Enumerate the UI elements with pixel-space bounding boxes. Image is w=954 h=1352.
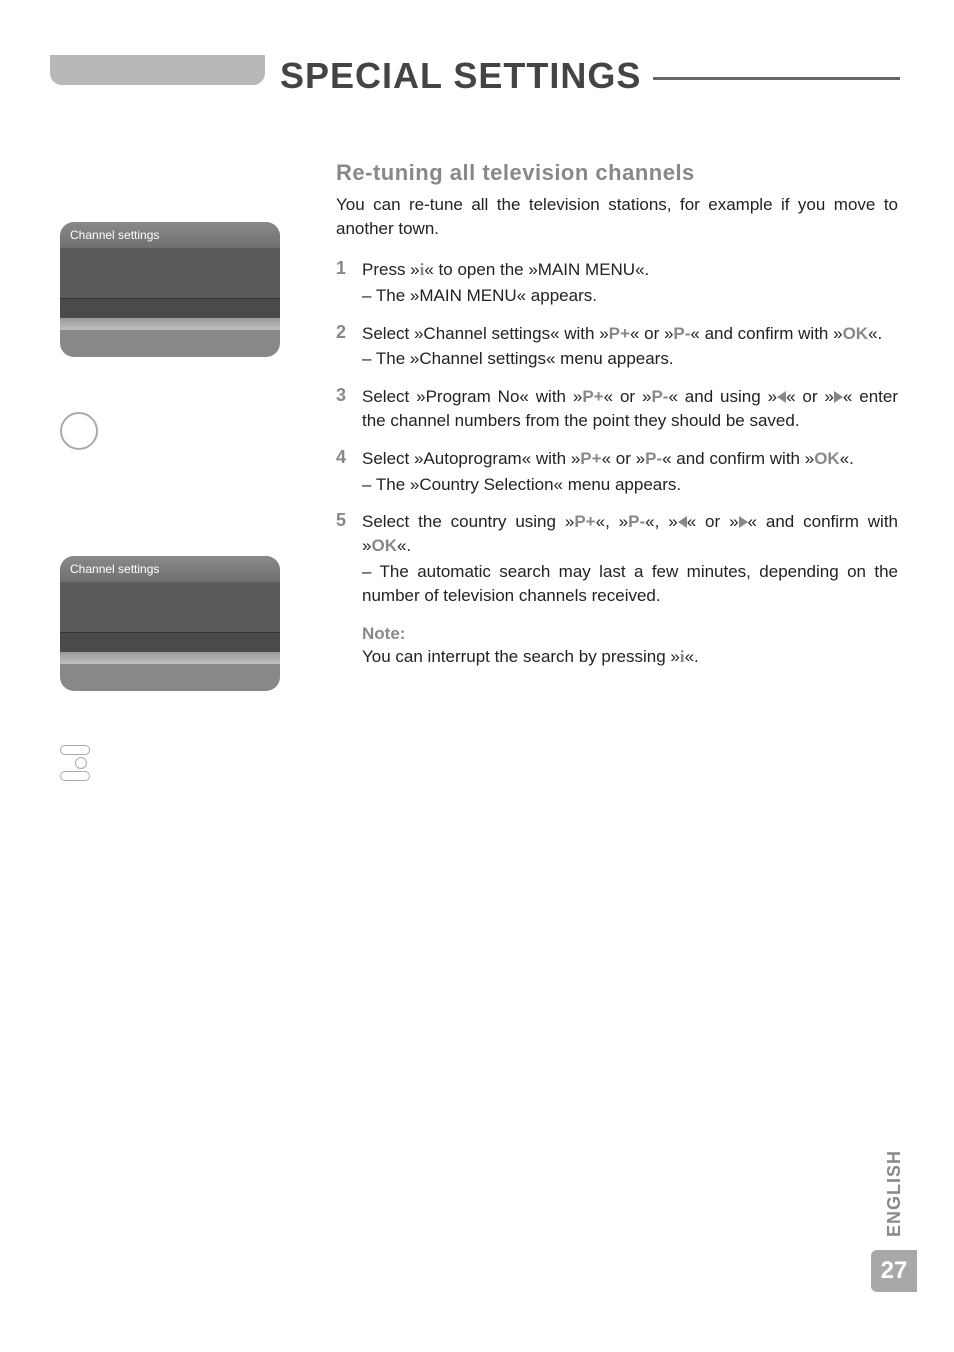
- key-p+: P+: [580, 449, 601, 468]
- menu-screenshot-1: Channel settings: [60, 222, 280, 357]
- key-p-: P-: [651, 387, 668, 406]
- menu2-footer: [60, 652, 280, 664]
- key-p-: P-: [673, 324, 690, 343]
- step-body: Select »Autoprogram« with »P+« or »P-« a…: [362, 447, 898, 497]
- step-body: Select »Channel settings« with »P+« or »…: [362, 322, 898, 372]
- step-3: 3Select »Program No« with »P+« or »P-« a…: [336, 385, 898, 433]
- key-ok: OK: [814, 449, 840, 468]
- remote-nav-icon: [60, 412, 102, 454]
- language-label: ENGLISH: [884, 1150, 905, 1237]
- key-i: i: [420, 260, 425, 279]
- note-body: You can interrupt the search by pressing…: [362, 647, 699, 666]
- menu1-body: [60, 248, 280, 298]
- intro-paragraph: You can re-tune all the television stati…: [336, 193, 898, 241]
- step-sub: – The automatic search may last a few mi…: [362, 560, 898, 608]
- key-ok: OK: [843, 324, 869, 343]
- menu-screenshot-2: Channel settings: [60, 556, 280, 691]
- header-grey-tab: [50, 55, 265, 85]
- step-number: 4: [336, 447, 362, 497]
- step-number: 5: [336, 510, 362, 607]
- step-sub: – The »Channel settings« menu appears.: [362, 347, 898, 371]
- remote-stack-icon: [60, 745, 102, 787]
- menu2-body: [60, 582, 280, 632]
- arrow-right-icon: [834, 391, 843, 403]
- step-body: Select the country using »P+«, »P-«, »« …: [362, 510, 898, 607]
- step-body: Press »i« to open the »MAIN MENU«.– The …: [362, 258, 898, 308]
- step-4: 4Select »Autoprogram« with »P+« or »P-« …: [336, 447, 898, 497]
- key-p+: P+: [609, 324, 630, 343]
- key-i: i: [680, 647, 685, 666]
- arrow-right-icon: [739, 516, 748, 528]
- step-1: 1Press »i« to open the »MAIN MENU«.– The…: [336, 258, 898, 308]
- step-number: 1: [336, 258, 362, 308]
- page-number: 27: [871, 1250, 917, 1292]
- step-number: 2: [336, 322, 362, 372]
- menu1-title: Channel settings: [60, 222, 280, 248]
- menu1-highlight-row: [60, 298, 280, 318]
- step-2: 2Select »Channel settings« with »P+« or …: [336, 322, 898, 372]
- section-heading: Re-tuning all television channels: [336, 160, 695, 186]
- step-number: 3: [336, 385, 362, 433]
- page-title: SPECIAL SETTINGS: [280, 55, 900, 97]
- step-sub: – The »MAIN MENU« appears.: [362, 284, 898, 308]
- key-p+: P+: [574, 512, 595, 531]
- title-underline: [653, 77, 900, 80]
- side-tab: ENGLISH 27: [874, 1150, 914, 1292]
- step-5: 5Select the country using »P+«, »P-«, »«…: [336, 510, 898, 607]
- menu2-highlight-row: [60, 632, 280, 652]
- key-p+: P+: [582, 387, 603, 406]
- step-sub: – The »Country Selection« menu appears.: [362, 473, 898, 497]
- arrow-left-icon: [777, 391, 786, 403]
- menu1-footer: [60, 318, 280, 330]
- key-p-: P-: [628, 512, 645, 531]
- page-title-text: SPECIAL SETTINGS: [280, 55, 641, 97]
- key-ok: OK: [371, 536, 397, 555]
- key-p-: P-: [645, 449, 662, 468]
- steps-list: 1Press »i« to open the »MAIN MENU«.– The…: [336, 258, 898, 669]
- arrow-left-icon: [678, 516, 687, 528]
- note-block: Note:You can interrupt the search by pre…: [362, 622, 898, 670]
- menu2-title: Channel settings: [60, 556, 280, 582]
- note-label: Note:: [362, 622, 898, 646]
- step-body: Select »Program No« with »P+« or »P-« an…: [362, 385, 898, 433]
